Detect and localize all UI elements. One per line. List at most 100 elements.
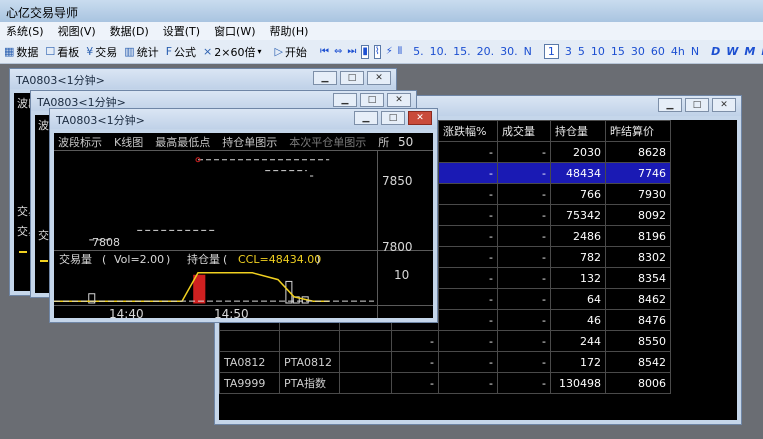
trade-button[interactable]: ¥ 交易 <box>86 44 117 60</box>
chart-area: 50 7850 7800 10 7808 交易量(Vol=2.00) 持仓量(CCL=484… <box>54 133 433 318</box>
period-5[interactable]: 5. <box>413 45 424 58</box>
cell-pct: - <box>438 183 498 205</box>
data-button[interactable]: ▦ 数据 <box>4 44 38 60</box>
close-button[interactable]: ✕ <box>408 111 432 125</box>
window-controls: ▁ □ ✕ <box>655 98 736 112</box>
chart-canvas: 5078507800107808交易量(Vol=2.00) 持仓量(CCL=484… <box>54 135 433 318</box>
menu-help[interactable]: 帮助(H) <box>270 23 309 39</box>
zoom-button[interactable]: × 2×60倍 ▾ <box>203 44 261 60</box>
line-chart-icon[interactable]: ⌇ <box>373 44 381 59</box>
cell-vol: - <box>497 267 551 289</box>
cell-name: PTA0812 <box>279 351 340 373</box>
minute-5[interactable]: 5 <box>578 45 585 58</box>
cell-oi: 2030 <box>550 141 606 163</box>
window-controls: ▁ □ ✕ <box>351 111 432 125</box>
chart-window-back-1-titlebar[interactable]: TA0803<1分钟> ▁ □ ✕ <box>10 69 396 89</box>
cell-pct: - <box>438 372 498 394</box>
day-button[interactable]: D <box>711 45 720 58</box>
oi-line-fragment <box>19 251 27 253</box>
chart-window-front-titlebar[interactable]: TA0803<1分钟> ▁ □ ✕ <box>50 109 437 129</box>
position-toggle[interactable]: 持仓单图示 <box>222 134 277 150</box>
maximize-button[interactable]: □ <box>340 71 364 85</box>
menu-view[interactable]: 视图(V) <box>58 23 96 39</box>
main-toolbar: ▦ 数据 ☐ 看板 ¥ 交易 ▥ 统计 F 公式 × 2×60倍 ▾ ▷ 开始 ⏮ ⇔ ⏭ ▮ … <box>0 40 763 64</box>
more-toggle[interactable]: 所 <box>378 134 389 150</box>
minute-n[interactable]: N <box>691 45 699 58</box>
volume-header-text: 交易量 <box>59 252 92 266</box>
menu-settings[interactable]: 设置(T) <box>163 23 200 39</box>
board-button[interactable]: ☐ 看板 <box>45 44 79 60</box>
table-row[interactable]: TA0812 PTA0812- - -172 8542 <box>219 351 671 373</box>
minute-3[interactable]: 3 <box>565 45 572 58</box>
cell-last <box>339 330 392 352</box>
col-open-interest[interactable]: 持仓量 <box>550 120 606 142</box>
maximize-button[interactable]: □ <box>381 111 405 125</box>
month-button[interactable]: M <box>744 45 755 58</box>
menu-system[interactable]: 系统(S) <box>6 23 44 39</box>
minimize-button[interactable]: ▁ <box>354 111 378 125</box>
close-button[interactable]: ✕ <box>387 93 411 107</box>
open-interest-line <box>54 272 330 302</box>
cell-prev: 8092 <box>605 204 671 226</box>
wave-mark-toggle[interactable]: 波段标示 <box>58 134 102 150</box>
period-15[interactable]: 15. <box>453 45 471 58</box>
chart-toolbar: 波段标示 K线图 最高最低点 持仓单图示 本次平仓单图示 所 <box>54 133 433 151</box>
hour-4[interactable]: 4h <box>671 45 685 58</box>
menu-window[interactable]: 窗口(W) <box>214 23 255 39</box>
minute-15[interactable]: 15 <box>611 45 625 58</box>
volume-axis-tick: 10 <box>394 268 409 282</box>
maximize-button[interactable]: □ <box>360 93 384 107</box>
minute-1[interactable]: 1 <box>543 44 559 59</box>
close-position-toggle[interactable]: 本次平仓单图示 <box>289 134 366 150</box>
close-button[interactable]: ✕ <box>712 98 736 112</box>
trade-button-label: 交易 <box>95 45 118 59</box>
cell-pct: - <box>438 141 498 163</box>
lightning-icon[interactable]: ⚡ <box>386 45 393 59</box>
maximize-button[interactable]: □ <box>685 98 709 112</box>
scroll-icon[interactable]: ⇔ <box>334 45 342 59</box>
minute-60[interactable]: 60 <box>651 45 665 58</box>
minute-10[interactable]: 10 <box>591 45 605 58</box>
cell-prev: 8542 <box>605 351 671 373</box>
table-row[interactable]: - - -244 8550 <box>219 330 671 352</box>
price-axis-tick: 7800 <box>382 240 413 254</box>
cell-chg: - <box>391 330 439 352</box>
table-row[interactable]: TA9999 PTA指数 - - -130498 8006 <box>219 372 671 394</box>
period-10[interactable]: 10. <box>430 45 448 58</box>
bars-icon[interactable]: ⦀ <box>398 45 402 59</box>
volume-header-text: Vol=2.00 <box>114 253 164 266</box>
period-n[interactable]: N <box>524 45 532 58</box>
cell-pct: - <box>438 267 498 289</box>
cell-pct: - <box>438 225 498 247</box>
window-title: TA0803<1分钟> <box>16 74 105 87</box>
cell-vol: - <box>497 288 551 310</box>
period-30[interactable]: 30. <box>500 45 518 58</box>
cell-oi: 48434 <box>550 162 606 184</box>
menu-data[interactable]: 数据(D) <box>110 23 149 39</box>
close-button[interactable]: ✕ <box>367 71 391 85</box>
minimize-button[interactable]: ▁ <box>313 71 337 85</box>
high-low-toggle[interactable]: 最高最低点 <box>155 134 210 150</box>
cell-chg: - <box>391 351 439 373</box>
minimize-button[interactable]: ▁ <box>333 93 357 107</box>
chart-window-front[interactable]: TA0803<1分钟> ▁ □ ✕ 50 7850 7800 10 7808 交易量(Vo… <box>49 108 438 323</box>
cell-oi: 75342 <box>550 204 606 226</box>
minimize-button[interactable]: ▁ <box>658 98 682 112</box>
formula-button[interactable]: F 公式 <box>166 44 196 60</box>
stats-button[interactable]: ▥ 统计 <box>124 44 158 60</box>
skip-start-icon[interactable]: ⏮ <box>320 45 329 59</box>
week-button[interactable]: W <box>726 45 738 58</box>
period-20[interactable]: 20. <box>477 45 495 58</box>
cell-name <box>279 330 340 352</box>
start-button[interactable]: ▷ 开始 <box>274 44 306 60</box>
kline-toggle[interactable]: K线图 <box>114 134 143 150</box>
skip-end-icon[interactable]: ⏭ <box>347 45 356 59</box>
cell-pct: - <box>438 309 498 331</box>
col-volume[interactable]: 成交量 <box>497 120 551 142</box>
kline-icon[interactable]: ▮ <box>361 44 369 59</box>
minute-30[interactable]: 30 <box>631 45 645 58</box>
cell-prev: 7930 <box>605 183 671 205</box>
col-change-pct[interactable]: 涨跌幅% <box>438 120 498 142</box>
col-prev-settle[interactable]: 昨结算价 <box>605 120 671 142</box>
time-axis-tick: 14:50 <box>214 307 249 318</box>
